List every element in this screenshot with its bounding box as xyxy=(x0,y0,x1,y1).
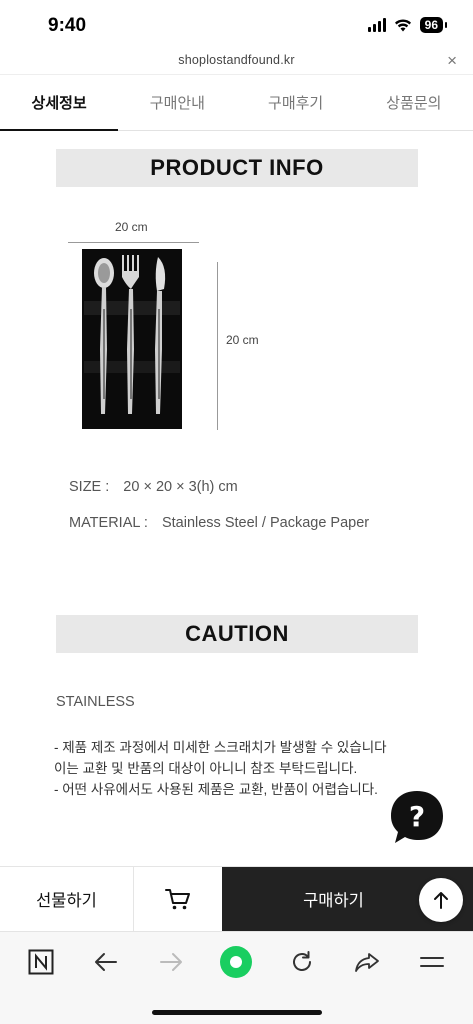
share-button[interactable] xyxy=(345,940,389,984)
product-info-heading: PRODUCT INFO xyxy=(150,155,324,180)
naver-n-icon xyxy=(28,949,54,974)
product-tabs: 상세정보 구매안내 구매후기 상품문의 xyxy=(0,74,473,131)
material-label: MATERIAL : xyxy=(69,515,148,531)
share-icon xyxy=(355,952,379,972)
material-spec: MATERIAL : Stainless Steel / Package Pape… xyxy=(69,515,369,531)
arrow-left-icon xyxy=(94,952,117,971)
gift-button[interactable]: 선물하기 xyxy=(0,867,134,931)
height-dimension-label: 20 cm xyxy=(226,333,259,347)
size-value: 20 × 20 × 3(h) cm xyxy=(123,479,238,495)
width-dimension-label: 20 cm xyxy=(115,220,148,234)
tab-detail-info[interactable]: 상세정보 xyxy=(0,75,119,131)
naver-home-button[interactable] xyxy=(19,940,63,984)
material-value: Stainless Steel / Package Paper xyxy=(161,515,370,531)
question-bubble-icon: ? xyxy=(391,791,443,843)
arrow-right-icon xyxy=(160,952,183,971)
stainless-subheading: STAINLESS xyxy=(56,694,135,710)
cutlery-set-illustration xyxy=(82,249,182,429)
back-button[interactable] xyxy=(84,940,128,984)
close-icon[interactable]: × xyxy=(447,51,457,71)
green-dot-icon xyxy=(220,945,253,978)
tab-purchase-guide[interactable]: 구매안내 xyxy=(118,75,236,130)
forward-button[interactable] xyxy=(149,940,193,984)
product-image xyxy=(82,249,182,429)
tab-product-qna[interactable]: 상품문의 xyxy=(355,75,473,130)
height-dimension-line xyxy=(217,262,218,430)
status-time: 9:40 xyxy=(48,15,87,36)
caution-banner: CAUTION xyxy=(56,615,418,653)
reload-button[interactable] xyxy=(280,940,324,984)
green-home-button[interactable] xyxy=(214,940,258,984)
product-info-banner: PRODUCT INFO xyxy=(56,149,418,187)
wifi-icon xyxy=(394,19,411,32)
cart-button[interactable] xyxy=(134,867,222,931)
menu-icon xyxy=(420,956,445,967)
reload-icon xyxy=(292,950,311,971)
url-bar[interactable]: shoplostandfound.kr × xyxy=(0,50,473,74)
product-detail-content: PRODUCT INFO 20 cm 20 cm SIZE : 20 × 20 ×… xyxy=(0,131,473,866)
caution-line: - 제품 제조 과정에서 미세한 스크래치가 발생할 수 있습니다 xyxy=(54,740,387,755)
battery-indicator: 96 xyxy=(419,17,448,33)
size-spec: SIZE : 20 × 20 × 3(h) cm xyxy=(69,479,238,495)
home-indicator-area xyxy=(0,991,473,1024)
caution-heading: CAUTION xyxy=(185,621,289,646)
scroll-top-button[interactable] xyxy=(419,878,463,922)
url-text[interactable]: shoplostandfound.kr xyxy=(0,53,473,67)
caution-line: - 어떤 사유에서도 사용된 제품은 교환, 반품이 어렵습니다. xyxy=(54,782,378,797)
svg-text:?: ? xyxy=(409,800,425,833)
home-indicator xyxy=(152,1010,322,1015)
size-label: SIZE : xyxy=(69,479,110,495)
browser-nav-bar xyxy=(0,931,473,991)
caution-line: 이는 교환 및 반품의 대상이 아니니 참조 부탁드립니다. xyxy=(54,761,358,776)
caution-notes: - 제품 제조 과정에서 미세한 스크래치가 발생할 수 있습니다 이는 교환 … xyxy=(54,737,387,800)
help-button[interactable]: ? xyxy=(389,789,445,845)
purchase-bar: 선물하기 구매하기 xyxy=(0,866,473,931)
tab-reviews[interactable]: 구매후기 xyxy=(237,75,355,130)
width-dimension-line xyxy=(68,242,199,243)
status-bar: 9:40 96 xyxy=(0,0,473,50)
signal-icon xyxy=(367,18,386,32)
status-icons: 96 xyxy=(367,17,448,33)
cart-icon xyxy=(165,889,190,910)
arrow-up-icon xyxy=(434,892,448,909)
menu-button[interactable] xyxy=(410,940,454,984)
